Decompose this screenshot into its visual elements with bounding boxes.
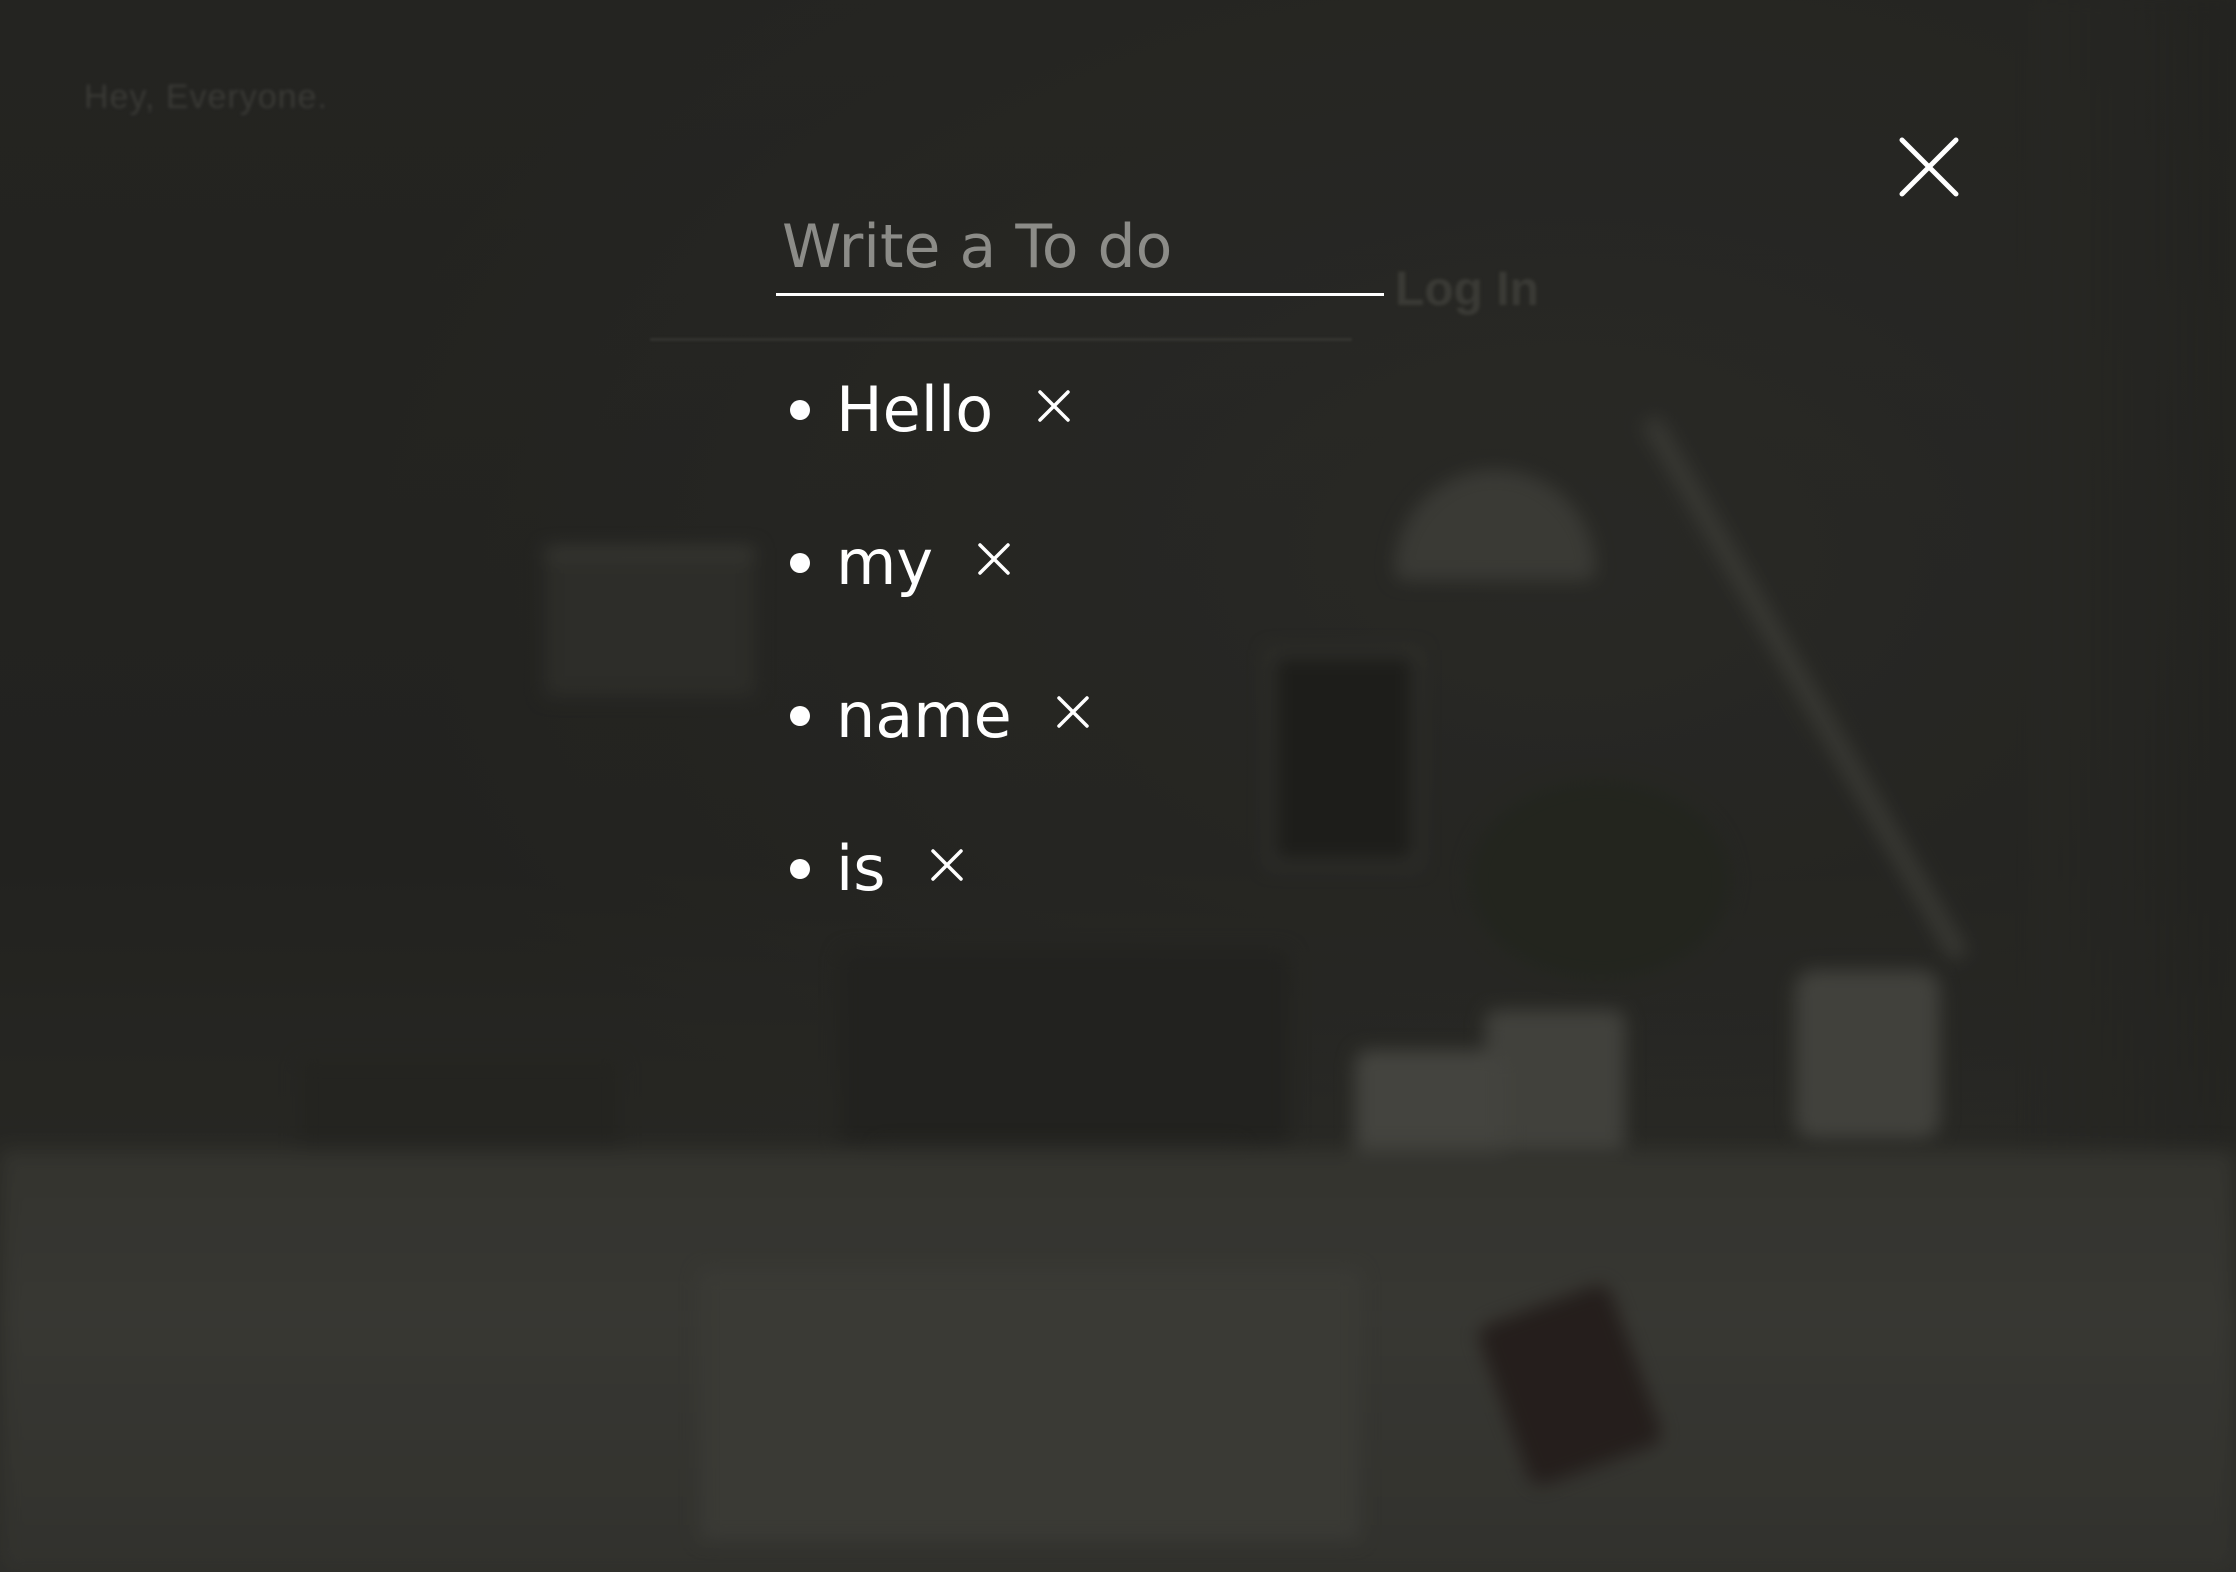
todo-form: [776, 200, 1384, 296]
todo-item: my: [776, 513, 1090, 613]
x-icon: [930, 849, 963, 881]
x-icon: [1038, 390, 1070, 422]
todo-item: Hello: [776, 360, 1090, 460]
todo-item-text: name: [836, 679, 1012, 752]
todo-item-text: Hello: [836, 373, 994, 446]
todo-list: Hello my name is: [776, 360, 1090, 972]
todo-item: is: [776, 819, 1090, 919]
x-icon: [978, 543, 1010, 575]
close-icon: [1899, 137, 1959, 197]
delete-todo-button[interactable]: [1037, 389, 1071, 423]
todo-item-text: is: [836, 832, 886, 905]
delete-todo-button[interactable]: [977, 542, 1011, 576]
bullet-icon: [790, 553, 810, 573]
todo-item-text: my: [836, 526, 934, 599]
close-button[interactable]: [1894, 132, 1964, 202]
delete-todo-button[interactable]: [930, 848, 964, 882]
todo-input[interactable]: [776, 200, 1384, 296]
x-icon: [1057, 696, 1089, 728]
bullet-icon: [790, 400, 810, 420]
bullet-icon: [790, 706, 810, 726]
todo-item: name: [776, 666, 1090, 766]
bullet-icon: [790, 859, 810, 879]
delete-todo-button[interactable]: [1056, 695, 1090, 729]
